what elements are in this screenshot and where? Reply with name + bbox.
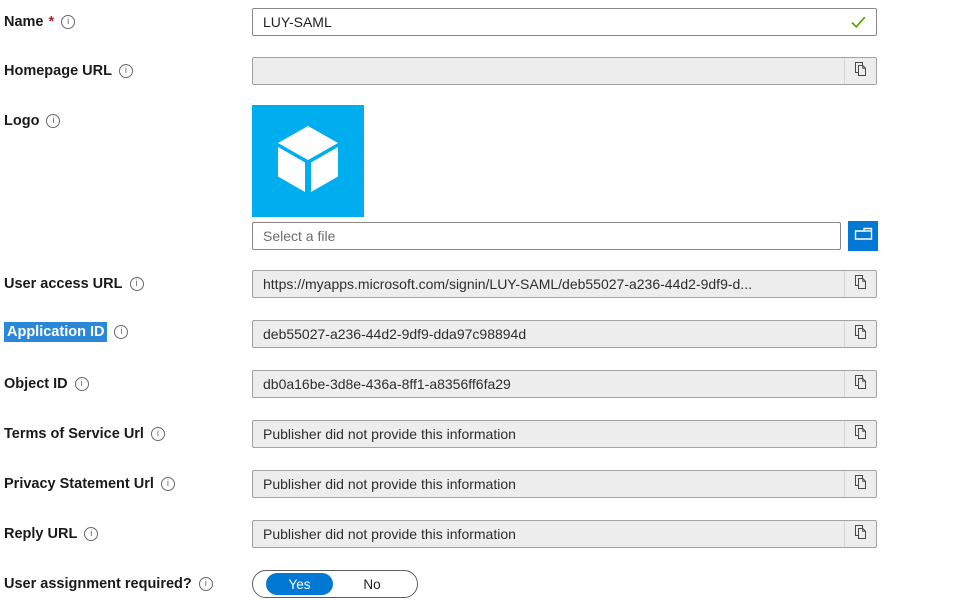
logo-file-input[interactable] xyxy=(253,223,840,249)
copy-button[interactable] xyxy=(844,421,876,447)
toggle-option-no[interactable]: No xyxy=(333,577,417,592)
logo-file-input-wrapper xyxy=(252,222,841,250)
checkmark-icon xyxy=(851,16,866,34)
privacy-statement-url-field: Publisher did not provide this informati… xyxy=(252,470,877,498)
homepage-url-label-text: Homepage URL xyxy=(4,63,112,79)
user-access-url-label-text: User access URL xyxy=(4,276,123,292)
required-asterisk: * xyxy=(49,14,55,30)
folder-icon xyxy=(854,225,873,247)
info-icon[interactable] xyxy=(84,527,98,541)
terms-of-service-url-value[interactable]: Publisher did not provide this informati… xyxy=(253,426,844,442)
browse-file-button[interactable] xyxy=(848,221,878,251)
copy-icon xyxy=(853,524,868,545)
copy-icon xyxy=(853,474,868,495)
info-icon[interactable] xyxy=(61,15,75,29)
info-icon[interactable] xyxy=(199,577,213,591)
copy-button[interactable] xyxy=(844,471,876,497)
copy-icon xyxy=(853,61,868,82)
application-id-label-text: Application ID xyxy=(4,322,107,342)
homepage-url-field xyxy=(252,57,877,85)
user-access-url-label: User access URL xyxy=(4,274,144,294)
copy-button[interactable] xyxy=(844,271,876,297)
name-label-text: Name xyxy=(4,14,44,30)
name-label: Name * xyxy=(4,12,75,32)
user-access-url-value[interactable]: https://myapps.microsoft.com/signin/LUY-… xyxy=(253,276,844,292)
info-icon[interactable] xyxy=(75,377,89,391)
logo-label: Logo xyxy=(4,111,60,131)
user-access-url-field: https://myapps.microsoft.com/signin/LUY-… xyxy=(252,270,877,298)
copy-button[interactable] xyxy=(844,321,876,347)
copy-icon xyxy=(853,324,868,345)
object-id-field: db0a16be-3d8e-436a-8ff1-a8356ff6fa29 xyxy=(252,370,877,398)
cube-icon xyxy=(275,124,341,199)
info-icon[interactable] xyxy=(151,427,165,441)
privacy-statement-url-value[interactable]: Publisher did not provide this informati… xyxy=(253,476,844,492)
application-id-value[interactable]: deb55027-a236-44d2-9df9-dda97c98894d xyxy=(253,326,844,342)
app-logo-preview xyxy=(252,105,364,217)
copy-button[interactable] xyxy=(844,521,876,547)
terms-of-service-url-label: Terms of Service Url xyxy=(4,424,165,444)
object-id-label-text: Object ID xyxy=(4,376,68,392)
application-id-field: deb55027-a236-44d2-9df9-dda97c98894d xyxy=(252,320,877,348)
object-id-value[interactable]: db0a16be-3d8e-436a-8ff1-a8356ff6fa29 xyxy=(253,376,844,392)
terms-of-service-url-field: Publisher did not provide this informati… xyxy=(252,420,877,448)
copy-icon xyxy=(853,424,868,445)
copy-icon xyxy=(853,274,868,295)
reply-url-value[interactable]: Publisher did not provide this informati… xyxy=(253,526,844,542)
reply-url-field: Publisher did not provide this informati… xyxy=(252,520,877,548)
properties-form: Name * Homepage URL Logo xyxy=(0,0,959,600)
user-assignment-required-label-text: User assignment required? xyxy=(4,576,192,592)
homepage-url-label: Homepage URL xyxy=(4,61,133,81)
name-input[interactable] xyxy=(253,9,876,35)
name-input-wrapper xyxy=(252,8,877,36)
reply-url-label: Reply URL xyxy=(4,524,98,544)
object-id-label: Object ID xyxy=(4,374,89,394)
logo-label-text: Logo xyxy=(4,113,39,129)
application-id-label: Application ID xyxy=(4,322,128,342)
copy-button[interactable] xyxy=(844,58,876,84)
info-icon[interactable] xyxy=(46,114,60,128)
toggle-option-yes[interactable]: Yes xyxy=(266,573,333,595)
copy-icon xyxy=(853,374,868,395)
user-assignment-toggle: Yes No xyxy=(252,570,418,598)
info-icon[interactable] xyxy=(114,325,128,339)
privacy-statement-url-label-text: Privacy Statement Url xyxy=(4,476,154,492)
info-icon[interactable] xyxy=(161,477,175,491)
copy-button[interactable] xyxy=(844,371,876,397)
user-assignment-required-label: User assignment required? xyxy=(4,574,213,594)
reply-url-label-text: Reply URL xyxy=(4,526,77,542)
info-icon[interactable] xyxy=(119,64,133,78)
privacy-statement-url-label: Privacy Statement Url xyxy=(4,474,175,494)
terms-of-service-url-label-text: Terms of Service Url xyxy=(4,426,144,442)
info-icon[interactable] xyxy=(130,277,144,291)
